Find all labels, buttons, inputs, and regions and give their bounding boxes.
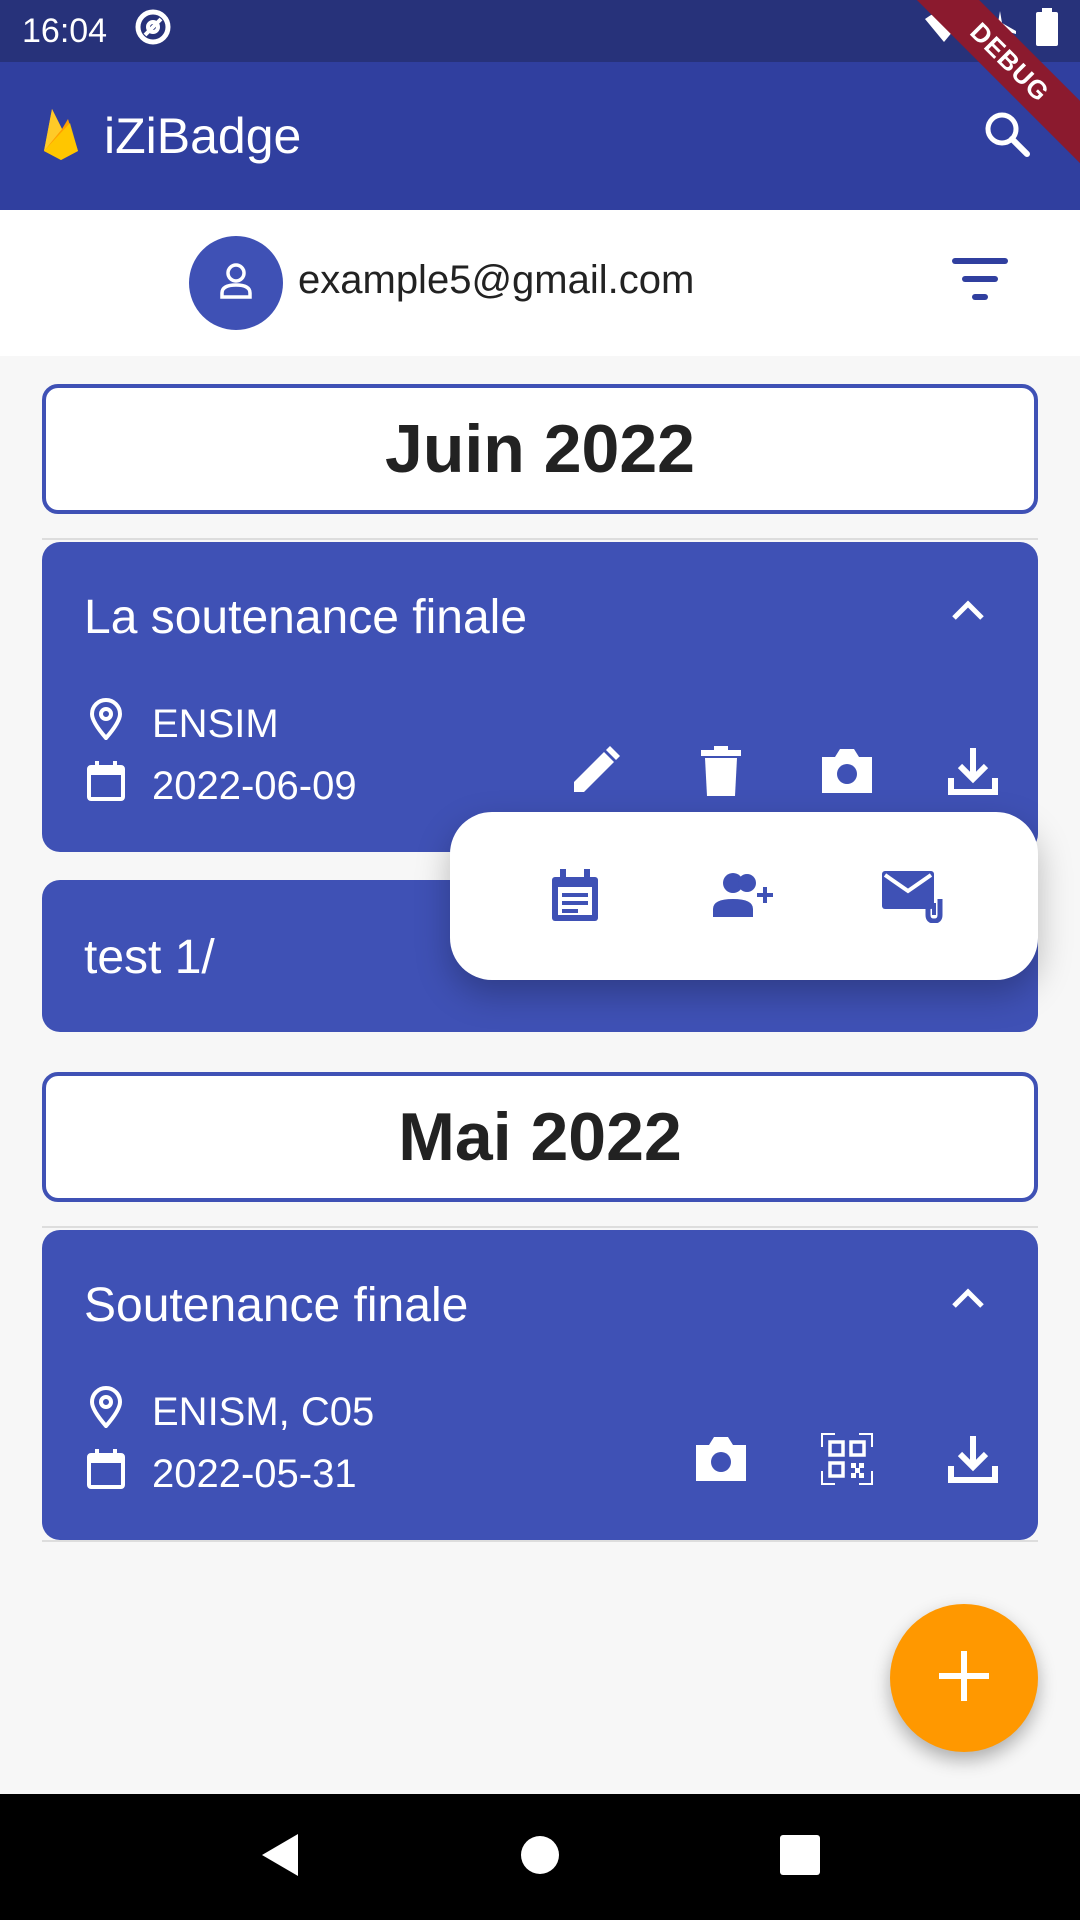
recents-icon[interactable] <box>780 1834 820 1880</box>
system-nav-bar <box>0 1794 1080 1920</box>
event-card[interactable]: La soutenance finale ENSIM 2022-06-09 <box>42 542 1038 852</box>
avatar[interactable] <box>189 236 283 330</box>
person-icon <box>216 261 256 306</box>
user-email: example5@gmail.com <box>298 258 695 302</box>
app-title: iZiBadge <box>104 108 302 164</box>
download-icon[interactable] <box>910 726 1036 816</box>
filter-icon[interactable] <box>952 256 1008 311</box>
qr-code-icon[interactable] <box>784 1414 910 1504</box>
user-header: example5@gmail.com <box>0 210 1080 356</box>
plus-icon <box>937 1649 991 1708</box>
battery-icon <box>1036 7 1058 55</box>
add-event-button[interactable] <box>890 1604 1038 1752</box>
location-pin-icon <box>86 1386 152 1438</box>
back-icon[interactable] <box>260 1832 300 1883</box>
app-bar: iZiBadge <box>0 62 1080 210</box>
month-header: Juin 2022 <box>42 384 1038 514</box>
divider <box>42 1226 1038 1228</box>
email-attachment-icon[interactable] <box>853 846 973 946</box>
event-location: ENISM, C05 <box>152 1389 375 1434</box>
calendar-notes-icon[interactable] <box>515 846 635 946</box>
event-title: Soutenance finale <box>84 1279 469 1332</box>
at-sign-icon <box>133 7 173 56</box>
event-title: test 1/ <box>84 931 215 984</box>
event-card[interactable]: Soutenance finale ENISM, C05 2022-05-31 <box>42 1230 1038 1540</box>
location-pin-icon <box>86 698 152 750</box>
divider <box>42 538 1038 540</box>
delete-icon[interactable] <box>658 726 784 816</box>
calendar-icon <box>86 760 152 812</box>
status-time: 16:04 <box>22 11 108 50</box>
home-icon[interactable] <box>520 1835 560 1880</box>
action-popup-menu <box>450 812 1038 980</box>
add-person-icon[interactable] <box>684 846 804 946</box>
event-date: 2022-05-31 <box>152 1451 357 1496</box>
event-actions <box>658 1414 1036 1504</box>
calendar-icon <box>86 1448 152 1500</box>
status-bar: 16:04 <box>0 0 1080 62</box>
divider <box>42 1540 1038 1542</box>
month-header: Mai 2022 <box>42 1072 1038 1202</box>
event-date: 2022-06-09 <box>152 763 357 808</box>
download-icon[interactable] <box>910 1414 1036 1504</box>
event-location: ENSIM <box>152 701 279 746</box>
event-title: La soutenance finale <box>84 591 528 644</box>
event-location-row: ENISM, C05 <box>86 1386 374 1438</box>
camera-icon[interactable] <box>784 726 910 816</box>
search-icon[interactable] <box>982 109 1032 164</box>
camera-icon[interactable] <box>658 1414 784 1504</box>
edit-icon[interactable] <box>532 726 658 816</box>
event-date-row: 2022-06-09 <box>86 760 357 812</box>
chevron-up-icon[interactable] <box>950 598 986 627</box>
firebase-flame-icon <box>40 107 82 166</box>
chevron-up-icon[interactable] <box>950 1286 986 1315</box>
event-actions <box>532 726 1036 816</box>
event-date-row: 2022-05-31 <box>86 1448 357 1500</box>
event-location-row: ENSIM <box>86 698 279 750</box>
